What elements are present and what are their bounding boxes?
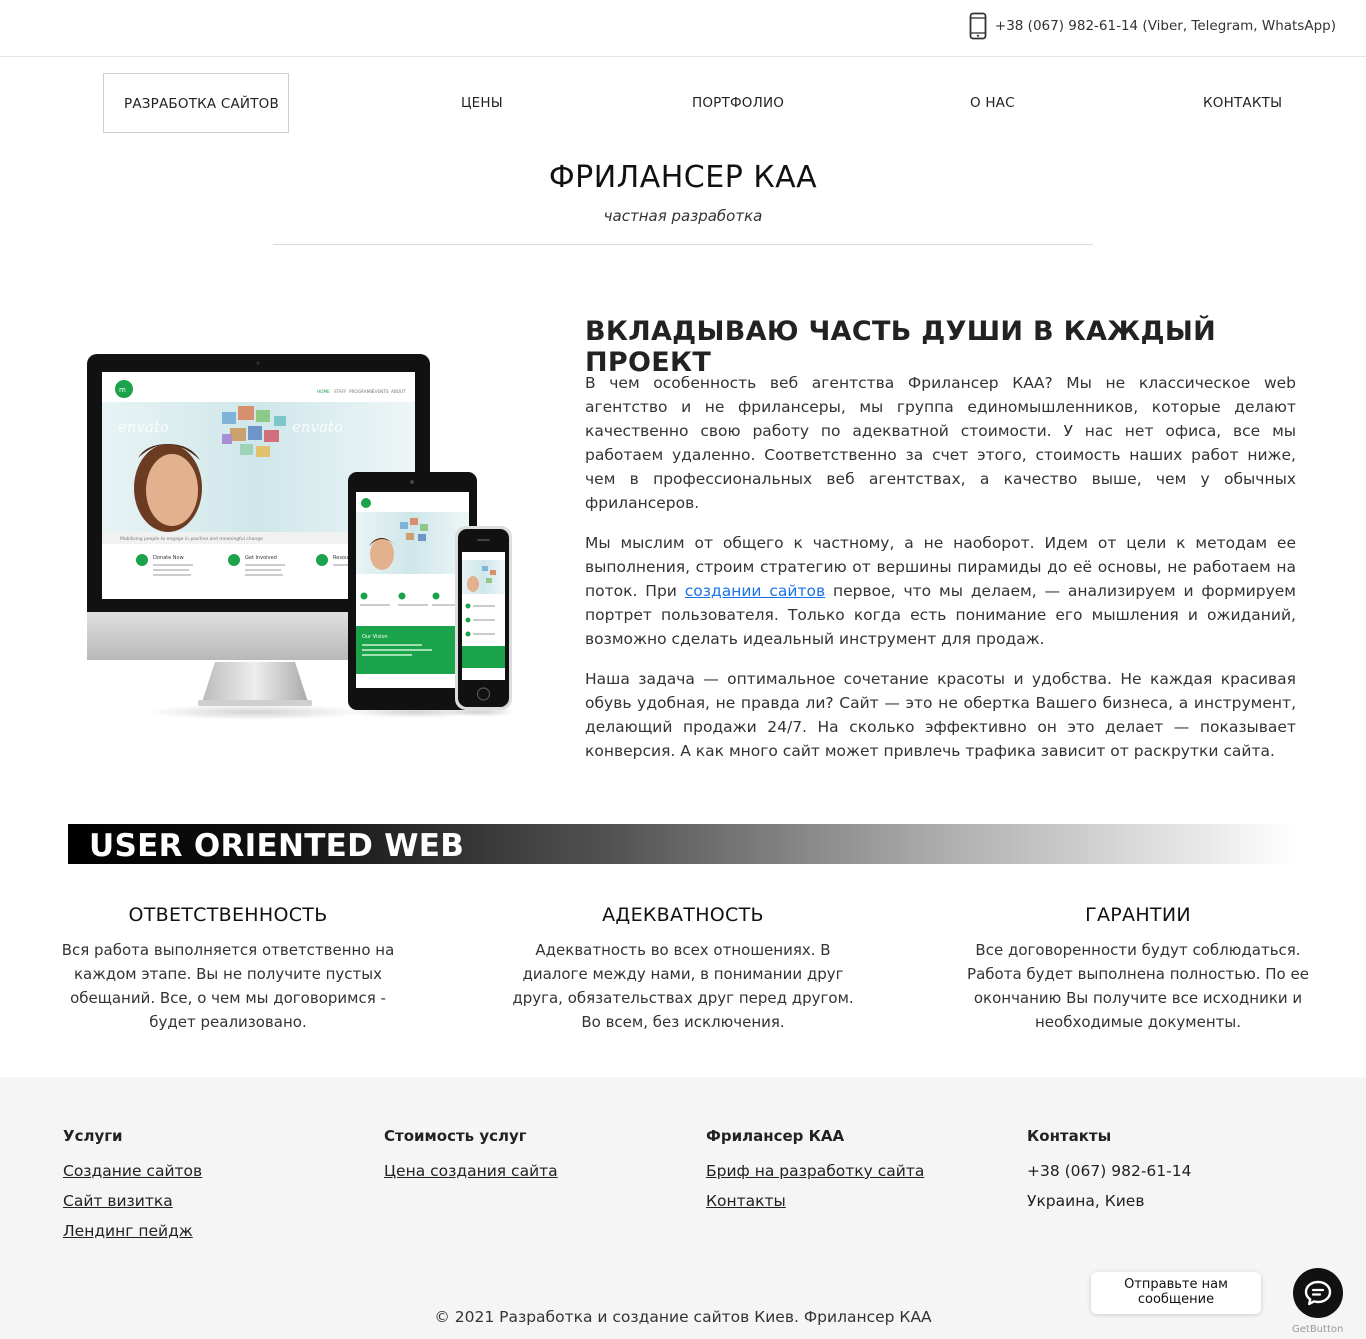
footer-link-contacts[interactable]: Контакты: [706, 1191, 924, 1211]
hero-paragraph-3: Наша задача — оптимальное сочетание крас…: [585, 670, 1296, 760]
hero-paragraph-1: В чем особенность веб агентства Фрилансе…: [585, 374, 1296, 512]
mockup-nav-staff: STAFF: [334, 389, 347, 394]
nav-item-prices[interactable]: ЦЕНЫ: [461, 73, 503, 133]
mockup-nav-home: HOME: [317, 389, 330, 394]
mockup-vision: Our Vision: [362, 634, 388, 640]
mockup-nav-about: ABOUT: [391, 389, 406, 394]
footer-location: Украина, Киев: [1027, 1192, 1145, 1210]
footer-col-title: Услуги: [63, 1127, 123, 1145]
mobile-phone-icon: [969, 12, 987, 40]
mockup-nav-events: EVENTS: [372, 389, 389, 394]
footer-link-price[interactable]: Цена создания сайта: [384, 1161, 558, 1181]
footer-link-brief[interactable]: Бриф на разработку сайта: [706, 1161, 924, 1181]
chat-bubble-icon: [1304, 1280, 1332, 1306]
nav-item-contacts[interactable]: КОНТАКТЫ: [1203, 73, 1282, 133]
mockup-tagline: Mobilizing people to engage in positive …: [120, 536, 263, 542]
footer-link-website-creation[interactable]: Создание сайтов: [63, 1161, 202, 1181]
site-subtitle: частная разработка: [603, 207, 763, 225]
chat-prompt-line-1: Отправьте нам: [1124, 1277, 1228, 1292]
mockup-watermark-2: envato: [292, 418, 343, 436]
feature-responsibility: ОТВЕТСТВЕННОСТЬ Вся работа выполняется о…: [48, 904, 408, 1034]
site-title[interactable]: ФРИЛАНСЕР КАА: [0, 160, 1366, 195]
user-oriented-banner: USER ORIENTED WEB: [68, 824, 1298, 864]
mockup-card-resources: Resou: [333, 555, 348, 561]
main-nav: РАЗРАБОТКА САЙТОВ ЦЕНЫ ПОРТФОЛИО О НАС К…: [0, 73, 1366, 133]
footer-col-pricing: Стоимость услуг Цена создания сайта: [384, 1127, 558, 1191]
svg-text:m: m: [119, 386, 126, 394]
hero-text: В чем особенность веб агентства Фрилансе…: [585, 371, 1296, 779]
footer-col-title: Фрилансер КАА: [706, 1127, 845, 1145]
nav-item-portfolio[interactable]: ПОРТФОЛИО: [692, 73, 784, 133]
feature-guarantees: ГАРАНТИИ Все договоренности будут соблюд…: [958, 904, 1318, 1034]
mockup-watermark: envato: [118, 418, 169, 436]
top-phone[interactable]: +38 (067) 982-61-14 (Viber, Telegram, Wh…: [969, 12, 1336, 40]
devices-mockup-image: m HOME STAFF PROGRAMS EVENTS ABOUT envat…: [87, 354, 516, 720]
chat-prompt-bubble[interactable]: Отправьте нам сообщение: [1091, 1272, 1261, 1314]
chat-prompt-line-2: сообщение: [1137, 1291, 1215, 1307]
feature-adequacy: АДЕКВАТНОСТЬ Адекватность во всех отноше…: [503, 904, 863, 1034]
feature-title: ОТВЕТСТВЕННОСТЬ: [128, 904, 328, 926]
getbutton-brand[interactable]: GetButton: [1292, 1324, 1343, 1335]
footer-col-services: Услуги Создание сайтов Сайт визитка Ленд…: [63, 1127, 202, 1251]
website-creation-link[interactable]: создании сайтов: [685, 582, 825, 600]
feature-text: Адекватность во всех отношениях. В диало…: [512, 941, 854, 1031]
nav-item-development[interactable]: РАЗРАБОТКА САЙТОВ: [103, 73, 289, 133]
footer-col-company: Фрилансер КАА Бриф на разработку сайта К…: [706, 1127, 924, 1221]
top-bar: +38 (067) 982-61-14 (Viber, Telegram, Wh…: [0, 0, 1366, 57]
banner-text: USER ORIENTED WEB: [89, 828, 465, 864]
top-phone-text: +38 (067) 982-61-14 (Viber, Telegram, Wh…: [994, 18, 1336, 34]
footer-link-business-card-site[interactable]: Сайт визитка: [63, 1191, 202, 1211]
hero-paragraph-2: Мы мыслим от общего к частному, а не нао…: [585, 531, 1296, 651]
nav-item-about[interactable]: О НАС: [970, 73, 1015, 133]
feature-text: Вся работа выполняется ответственно на к…: [61, 941, 395, 1031]
footer-link-landing-page[interactable]: Лендинг пейдж: [63, 1221, 202, 1241]
mockup-card-involved: Get Involved: [245, 555, 277, 561]
footer-col-title: Контакты: [1027, 1127, 1112, 1145]
feature-text: Все договоренности будут соблюдаться. Ра…: [967, 941, 1309, 1031]
mockup-card-donate: Donate Now: [153, 555, 184, 561]
hero-heading: ВКЛАДЫВАЮ ЧАСТЬ ДУШИ В КАЖДЫЙ ПРОЕКТ: [585, 316, 1217, 378]
chat-open-button[interactable]: [1293, 1268, 1343, 1318]
footer-col-title: Стоимость услуг: [384, 1127, 527, 1145]
mockup-nav-programs: PROGRAMS: [349, 389, 373, 394]
feature-title: ГАРАНТИИ: [1085, 904, 1191, 926]
footer-phone[interactable]: +38 (067) 982-61-14: [1027, 1161, 1191, 1181]
feature-title: АДЕКВАТНОСТЬ: [602, 904, 764, 926]
header-divider: [273, 244, 1093, 245]
footer-col-contacts: Контакты +38 (067) 982-61-14 Украина, Ки…: [1027, 1127, 1191, 1221]
